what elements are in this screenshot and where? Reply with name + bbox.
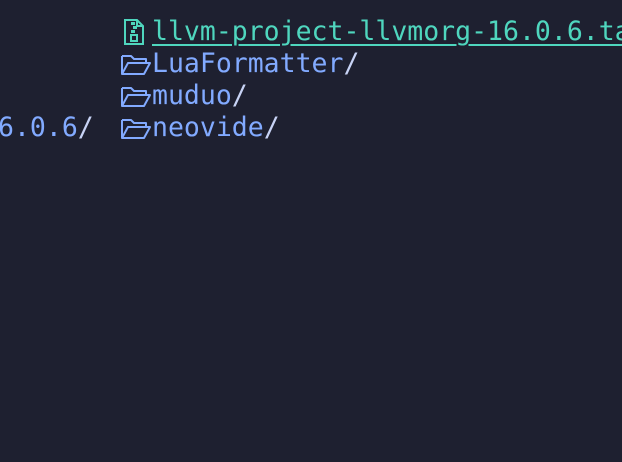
dir-name: LuaFormatter <box>152 48 344 79</box>
dir-name: 6.0.6 <box>0 112 78 143</box>
dir-name: muduo <box>152 80 232 111</box>
list-item-directory[interactable]: LuaFormatter / <box>120 48 359 80</box>
folder-icon <box>120 112 152 144</box>
path-separator: / <box>77 112 94 143</box>
folder-icon <box>120 48 152 80</box>
path-separator: / <box>263 112 280 143</box>
path-separator: / <box>343 48 360 79</box>
dir-name: neovide <box>152 112 264 143</box>
path-separator: / <box>231 80 248 111</box>
list-item-directory[interactable]: muduo / <box>120 80 248 112</box>
list-item-archive[interactable]: llvm-project-llvmorg-16.0.6.ta <box>120 16 622 48</box>
left-column-item: 6.0.6/ <box>0 112 94 144</box>
file-name: llvm-project-llvmorg-16.0.6.ta <box>152 16 622 47</box>
zip-archive-icon <box>120 16 152 48</box>
folder-icon <box>120 80 152 112</box>
list-item-directory[interactable]: neovide / <box>120 112 280 144</box>
